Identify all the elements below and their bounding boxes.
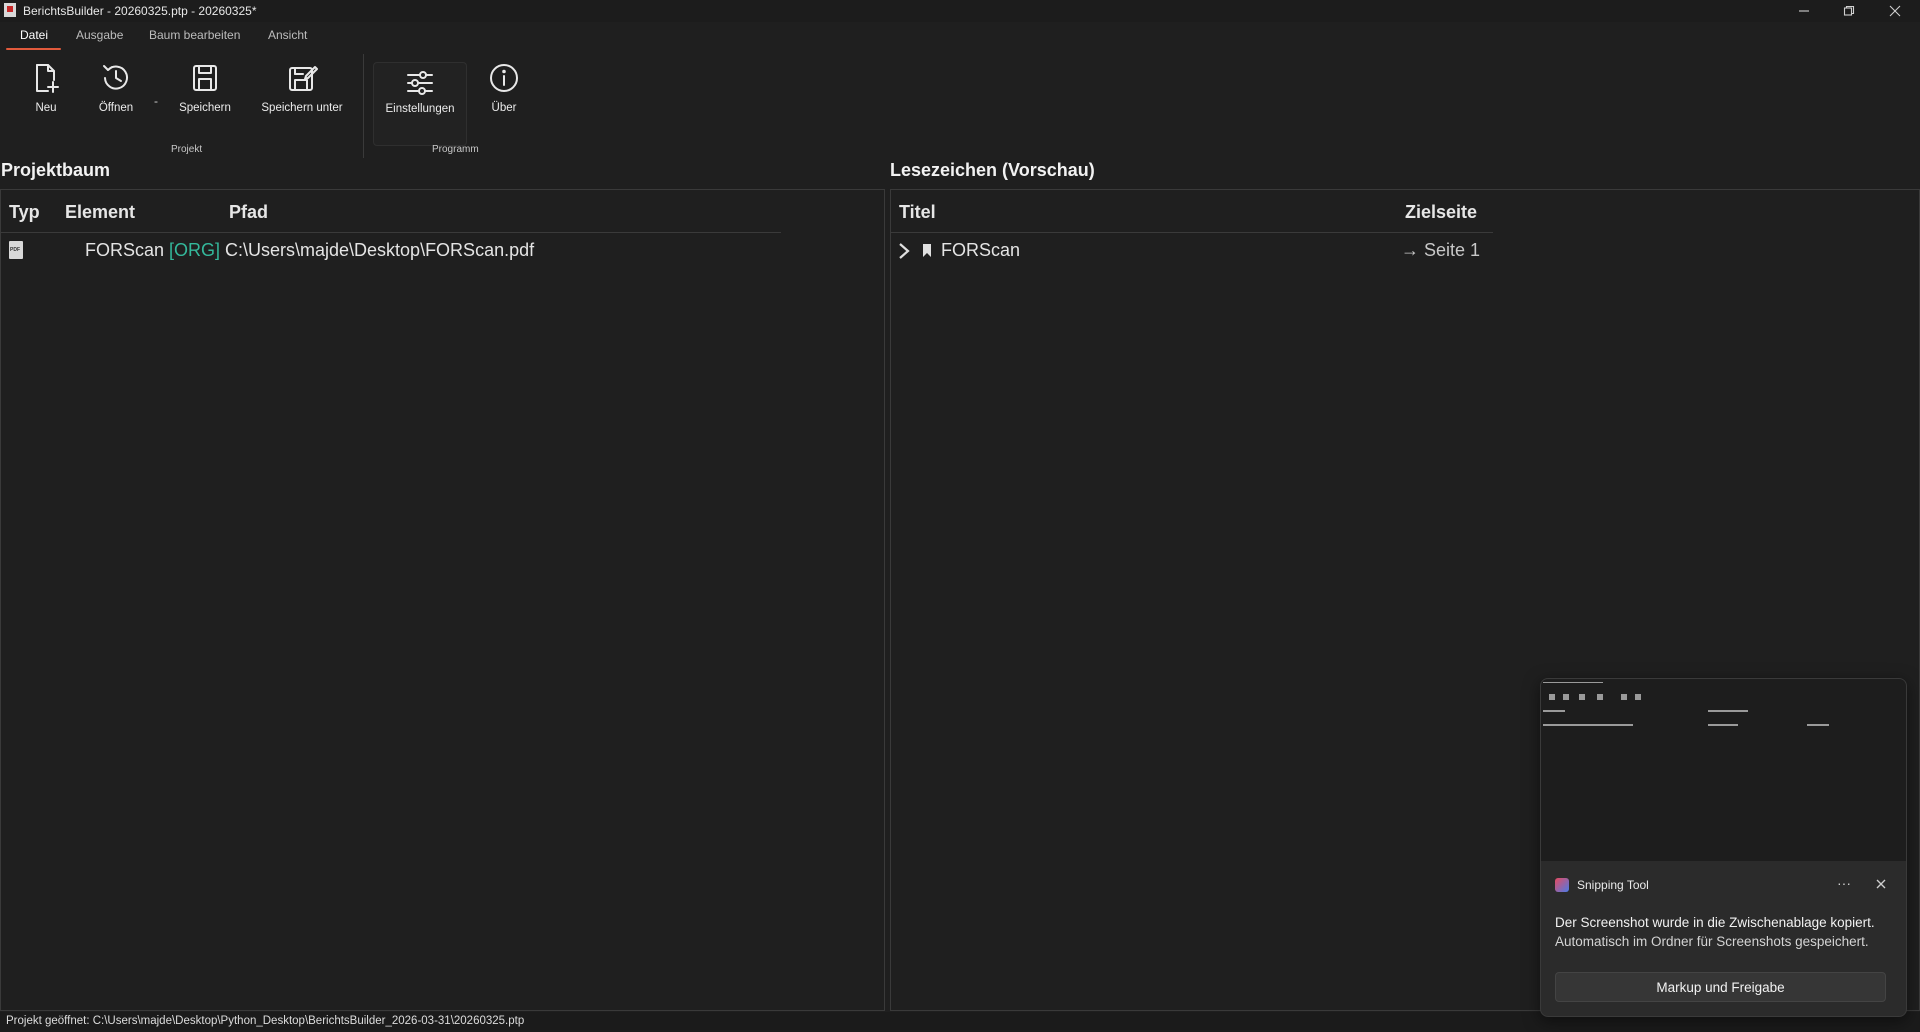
about-label: Über	[491, 102, 517, 114]
save-as-icon	[289, 66, 318, 91]
snipping-tool-icon	[1555, 878, 1569, 892]
group-label-projekt: Projekt	[171, 144, 203, 155]
tab-ansicht[interactable]: Ansicht	[268, 28, 307, 42]
bookmarks-title: Lesezeichen (Vorschau)	[890, 160, 1095, 180]
screenshot-thumbnail[interactable]	[1541, 679, 1906, 861]
bookmark-target: → Seite 1	[1401, 240, 1481, 260]
save-button[interactable]: Speichern	[176, 62, 234, 144]
save-as-button[interactable]: Speichern unter	[258, 62, 346, 144]
more-options-icon[interactable]: ···	[1837, 875, 1851, 891]
bookmark-icon	[923, 244, 931, 257]
close-window-button[interactable]	[1872, 0, 1918, 22]
header-divider	[891, 232, 1493, 233]
column-header-target[interactable]: Zielseite	[1405, 202, 1477, 223]
close-notification-button[interactable]	[1875, 877, 1887, 895]
notification-message: Der Screenshot wurde in die Zwischenabla…	[1555, 915, 1875, 930]
close-icon	[1876, 879, 1886, 889]
element-path: C:\Users\majde\Desktop\FORScan.pdf	[225, 240, 535, 260]
open-label: Öffnen	[98, 102, 134, 114]
new-file-icon	[36, 64, 59, 93]
open-dropdown-indicator[interactable]: -	[154, 94, 158, 108]
active-tab-indicator	[6, 48, 61, 50]
history-icon	[103, 65, 128, 90]
tab-baum-bearbeiten[interactable]: Baum bearbeiten	[149, 28, 240, 42]
project-tree-title: Projektbaum	[1, 160, 111, 180]
element-name-text: FORScan	[85, 240, 165, 260]
close-icon	[1889, 5, 1901, 17]
about-button[interactable]: Über	[486, 62, 522, 144]
column-header-element[interactable]: Element	[65, 202, 135, 223]
column-header-type[interactable]: Typ	[9, 202, 40, 223]
ribbon-group-separator	[363, 54, 364, 158]
app-icon	[4, 3, 16, 17]
pdf-file-icon	[9, 241, 23, 259]
notification-header: Snipping Tool	[1555, 877, 1649, 893]
column-header-title[interactable]: Titel	[899, 202, 936, 223]
window-title: BerichtsBuilder - 20260325.ptp - 2026032…	[23, 4, 257, 18]
title-bar: BerichtsBuilder - 20260325.ptp - 2026032…	[0, 0, 1920, 22]
ribbon: Neu Öffnen - Speichern Speichern unter E…	[0, 52, 1920, 160]
save-label: Speichern	[179, 102, 231, 114]
notification-submessage: Automatisch im Ordner für Screenshots ge…	[1555, 934, 1869, 949]
group-label-programm: Programm	[432, 144, 479, 155]
save-icon	[193, 65, 217, 91]
info-icon	[490, 64, 518, 92]
settings-label: Einstellungen	[385, 103, 455, 115]
chevron-right-icon[interactable]	[897, 242, 911, 260]
notification-app-name: Snipping Tool	[1577, 878, 1649, 892]
restore-button[interactable]	[1826, 0, 1872, 22]
tab-datei[interactable]: Datei	[20, 28, 48, 42]
minimize-icon	[1799, 10, 1809, 12]
sliders-icon	[407, 71, 433, 95]
snipping-notification[interactable]: Snipping Tool ··· Der Screenshot wurde i…	[1540, 678, 1907, 1017]
save-as-label: Speichern unter	[261, 102, 343, 114]
bookmark-title: FORScan	[941, 240, 1021, 260]
restore-icon	[1843, 5, 1855, 16]
header-divider	[1, 232, 781, 233]
project-tree-panel: Typ Element Pfad FORScan [ORG] C:\Users\…	[0, 189, 885, 1011]
column-header-path[interactable]: Pfad	[229, 202, 268, 223]
element-name: FORScan [ORG]	[85, 240, 220, 261]
open-button[interactable]: Öffnen	[92, 62, 140, 144]
markup-share-button[interactable]: Markup und Freigabe	[1555, 972, 1886, 1002]
new-button[interactable]: Neu	[26, 62, 66, 144]
new-label: Neu	[35, 102, 57, 114]
settings-button[interactable]: Einstellungen	[373, 62, 467, 146]
tab-ausgabe[interactable]: Ausgabe	[76, 28, 123, 42]
status-text: Projekt geöffnet: C:\Users\majde\Desktop…	[6, 1015, 525, 1027]
minimize-button[interactable]	[1781, 0, 1827, 22]
org-tag: [ORG]	[169, 240, 221, 260]
